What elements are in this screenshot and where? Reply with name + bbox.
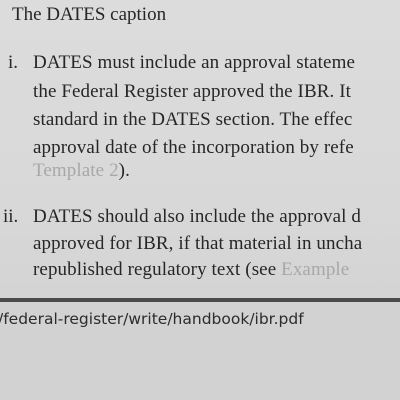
item-i-line-2: the Federal Register approved the IBR. I… xyxy=(33,81,352,102)
item-i-line-1: DATES must include an approval stateme xyxy=(33,52,355,73)
item-i-line-5: Template 2). xyxy=(33,160,130,182)
item-i-line-3: standard in the DATES section. The effec xyxy=(33,109,353,130)
template-2-link[interactable]: Template 2 xyxy=(33,160,119,181)
heading-bullet: . xyxy=(0,4,12,26)
document-url[interactable]: /federal-register/write/handbook/ibr.pdf xyxy=(0,310,304,328)
item-ii-line-1: DATES should also include the approval d xyxy=(33,206,362,227)
status-bar: /federal-register/write/handbook/ibr.pdf xyxy=(0,302,400,400)
document-page: .The DATES caption i. DATES must include… xyxy=(0,0,400,298)
item-i-line-5-tail: ). xyxy=(118,160,130,181)
item-ii-line-3-prefix: republished regulatory text (see xyxy=(33,259,282,280)
example-link[interactable]: Example xyxy=(281,259,349,280)
item-numeral-i: i. xyxy=(8,52,19,73)
item-i-line-4: approval date of the incorporation by re… xyxy=(33,137,354,158)
item-ii-line-3: republished regulatory text (see Example xyxy=(33,259,349,281)
heading-text: The DATES caption xyxy=(12,4,167,25)
item-numeral-ii: ii. xyxy=(3,206,19,227)
item-ii-line-2: approved for IBR, if that material in un… xyxy=(33,233,363,254)
section-heading: .The DATES caption xyxy=(0,4,166,26)
